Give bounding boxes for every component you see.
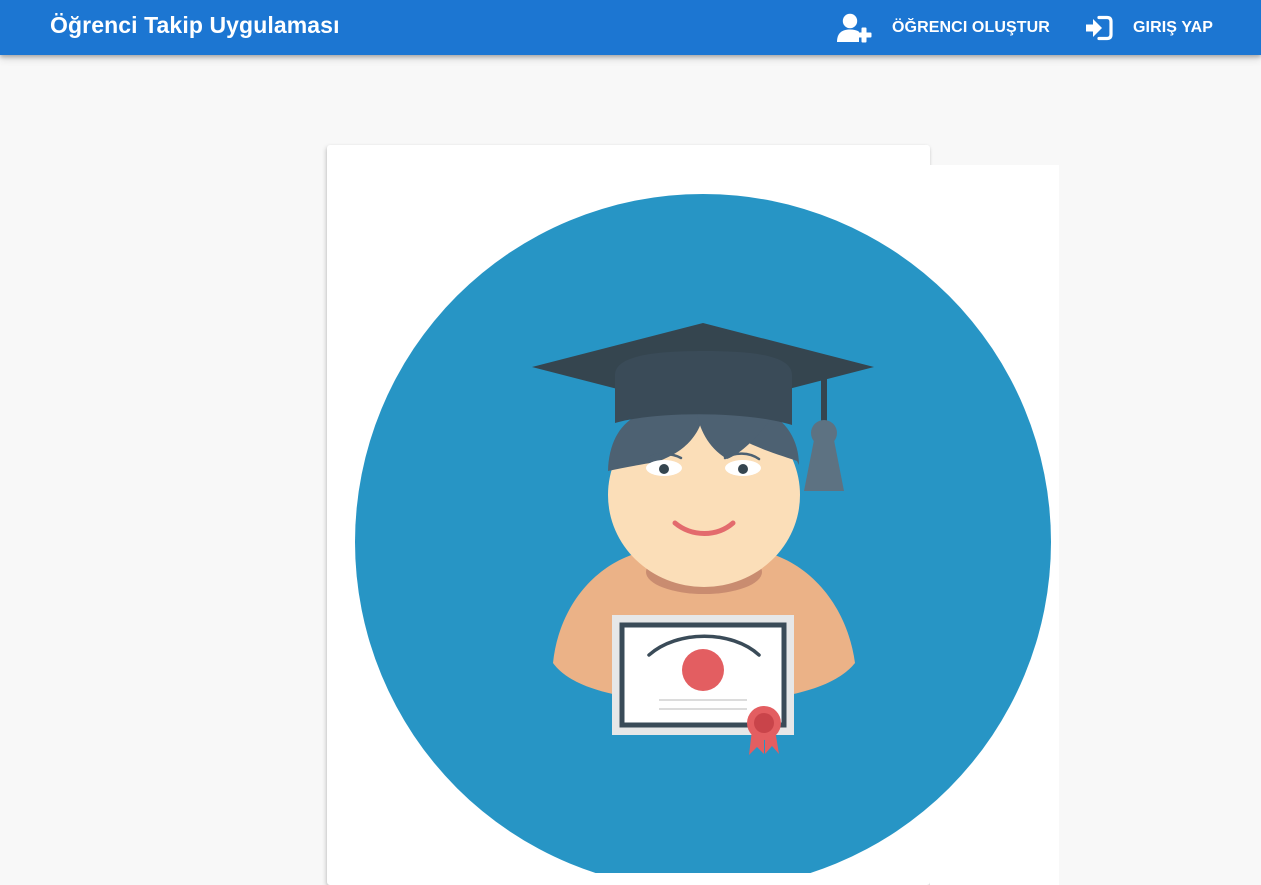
app-title[interactable]: Öğrenci Takip Uygulaması [50,0,340,55]
user-plus-icon [836,13,874,43]
app-bar: Öğrenci Takip Uygulaması ÖĞRENCI OLUŞTUR… [0,0,1261,55]
graduate-student-illustration [327,165,1059,873]
sign-in-icon [1085,15,1113,41]
login-button[interactable]: GIRIŞ YAP [1085,0,1213,55]
graduate-student-icon [355,194,1051,873]
create-student-button[interactable]: ÖĞRENCI OLUŞTUR [836,0,1050,55]
create-student-label: ÖĞRENCI OLUŞTUR [892,18,1050,36]
cap-band [615,351,792,425]
login-label: GIRIŞ YAP [1133,18,1214,36]
